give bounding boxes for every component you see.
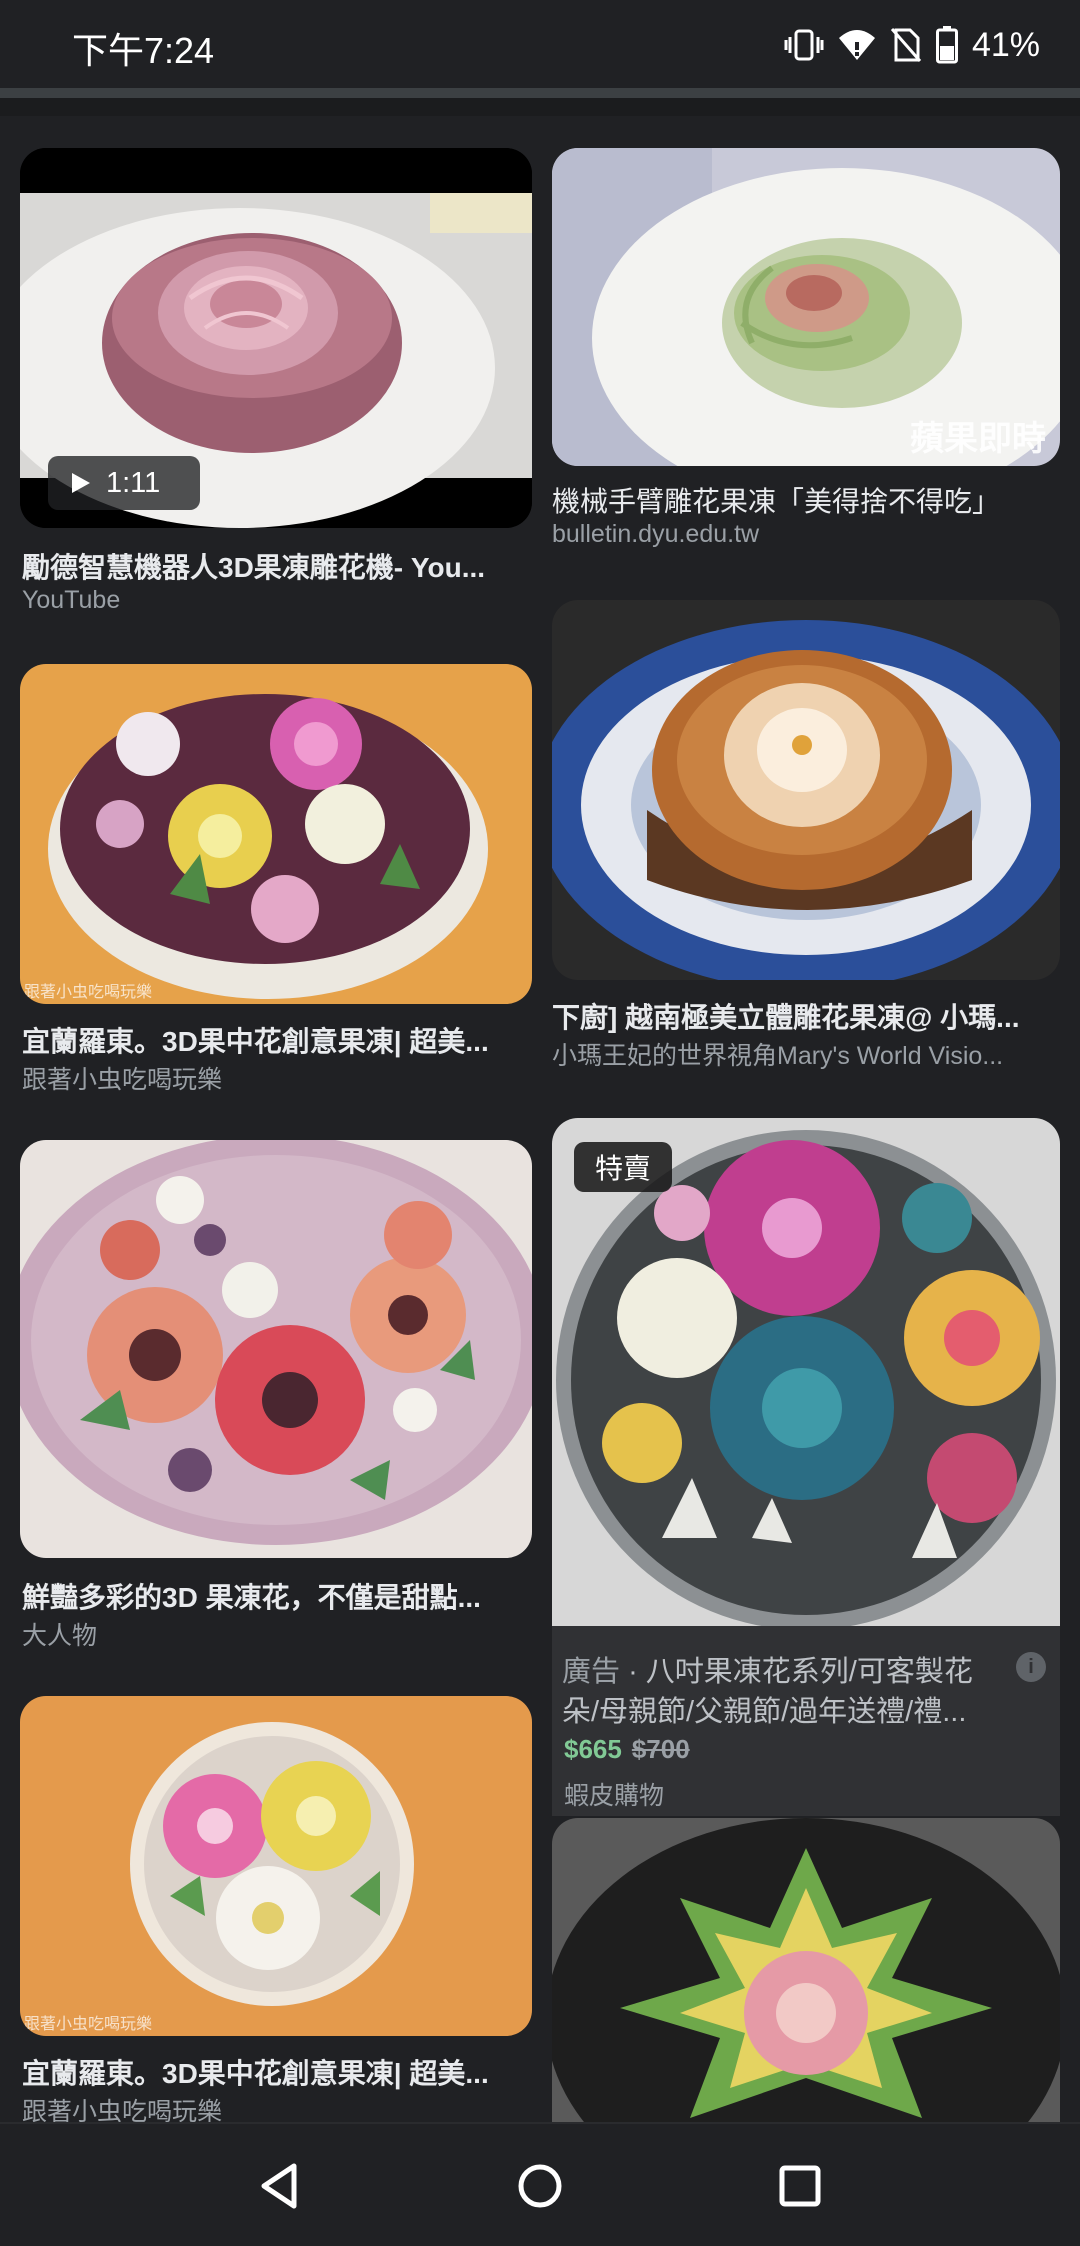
status-bar: 下午7:24 41% — [0, 0, 1080, 90]
succulent-jelly-cake-image — [552, 1118, 1060, 1626]
amber-flower-jelly-image — [552, 600, 1060, 980]
ad-info-icon[interactable]: i — [1016, 1652, 1046, 1682]
result-7-thumbnail[interactable] — [552, 1818, 1060, 2122]
result-6-title[interactable]: 宜蘭羅東。3D果中花創意果凍| 超美... — [22, 2052, 532, 2092]
ad-price: $665 — [564, 1734, 622, 1764]
result-1-thumbnail[interactable]: 1:11 — [20, 148, 532, 528]
result-2-source[interactable]: bulletin.dyu.edu.tw — [552, 520, 1060, 549]
wifi-icon — [838, 30, 875, 60]
ad-title-line-1[interactable]: 廣告 · 八吋果凍花系列/可客製花 — [562, 1648, 1007, 1690]
result-6-watermark: 跟著小虫吃喝玩樂 — [24, 2016, 153, 2033]
ad-price-row: $665 $700 — [564, 1734, 690, 1765]
result-1-title[interactable]: 勵德智慧機器人3D果凍雕花機- You... — [22, 546, 532, 586]
result-5-title[interactable]: 鮮豔多彩的3D 果凍花，不僅是甜點... — [22, 1576, 532, 1616]
status-time: 下午7:24 — [72, 30, 215, 71]
header-shadow — [0, 98, 1080, 116]
ad-original-price: $700 — [631, 1734, 690, 1764]
result-5-source[interactable]: 大人物 — [22, 1616, 532, 1652]
result-4-source[interactable]: 小瑪王妃的世界視角Mary's World Visio... — [552, 1036, 1060, 1072]
result-6-thumbnail[interactable]: 跟著小虫吃喝玩樂 — [20, 1696, 532, 2036]
ad-separator: · — [620, 1656, 646, 1688]
video-duration-chip: 1:11 — [48, 456, 200, 510]
ad-title-part-1: 八吋果凍花系列/可客製花 — [645, 1656, 973, 1688]
sale-badge: 特賣 — [574, 1142, 672, 1192]
ad-title-line-2[interactable]: 朵/母親節/父親節/過年送禮/禮... — [562, 1688, 1007, 1730]
search-header-edge — [0, 88, 1080, 98]
result-3-title[interactable]: 宜蘭羅東。3D果中花創意果凍| 超美... — [22, 1020, 532, 1060]
battery-percentage: 41% — [971, 25, 1040, 64]
lotus-jelly-image — [552, 1818, 1060, 2122]
ad-label: 廣告 — [562, 1656, 621, 1688]
result-3-thumbnail[interactable]: 跟著小虫吃喝玩樂 — [20, 664, 532, 1004]
no-sim-icon — [890, 28, 922, 62]
play-icon — [72, 473, 90, 493]
status-icons: 41% — [784, 22, 1040, 68]
vibrate-icon — [784, 29, 824, 61]
result-2-watermark: 蘋果即時 — [910, 420, 1046, 458]
ad-merchant[interactable]: 蝦皮購物 — [564, 1776, 664, 1812]
battery-icon — [935, 26, 958, 64]
ad-details[interactable]: 廣告 · 八吋果凍花系列/可客製花 朵/母親節/父親節/過年送禮/禮... i … — [552, 1626, 1060, 1816]
result-3-watermark: 跟著小虫吃喝玩樂 — [24, 984, 153, 1001]
back-icon[interactable] — [248, 2154, 312, 2218]
result-6-source[interactable]: 跟著小虫吃喝玩樂 — [22, 2092, 532, 2122]
navigation-bar — [0, 2122, 1080, 2246]
result-3-source[interactable]: 跟著小虫吃喝玩樂 — [22, 1060, 532, 1096]
result-1-source[interactable]: YouTube — [22, 586, 532, 615]
peony-jelly-cake-image — [20, 1140, 532, 1558]
result-2-thumbnail[interactable]: 蘋果即時 — [552, 148, 1060, 466]
flower-jelly-cake-image — [20, 664, 532, 1004]
result-4-title[interactable]: 下廚] 越南極美立體雕花果凍@ 小瑪... — [552, 996, 1060, 1036]
recents-icon[interactable] — [768, 2154, 832, 2218]
home-icon[interactable] — [508, 2154, 572, 2218]
result-2-title[interactable]: 機械手臂雕花果凍「美得捨不得吃」 — [552, 480, 1060, 520]
result-5-thumbnail[interactable] — [20, 1140, 532, 1558]
video-duration: 1:11 — [106, 466, 161, 499]
peony-jelly-bowl-image — [20, 1696, 532, 2036]
ad-thumbnail[interactable]: 特賣 — [552, 1118, 1060, 1626]
result-4-thumbnail[interactable] — [552, 600, 1060, 980]
